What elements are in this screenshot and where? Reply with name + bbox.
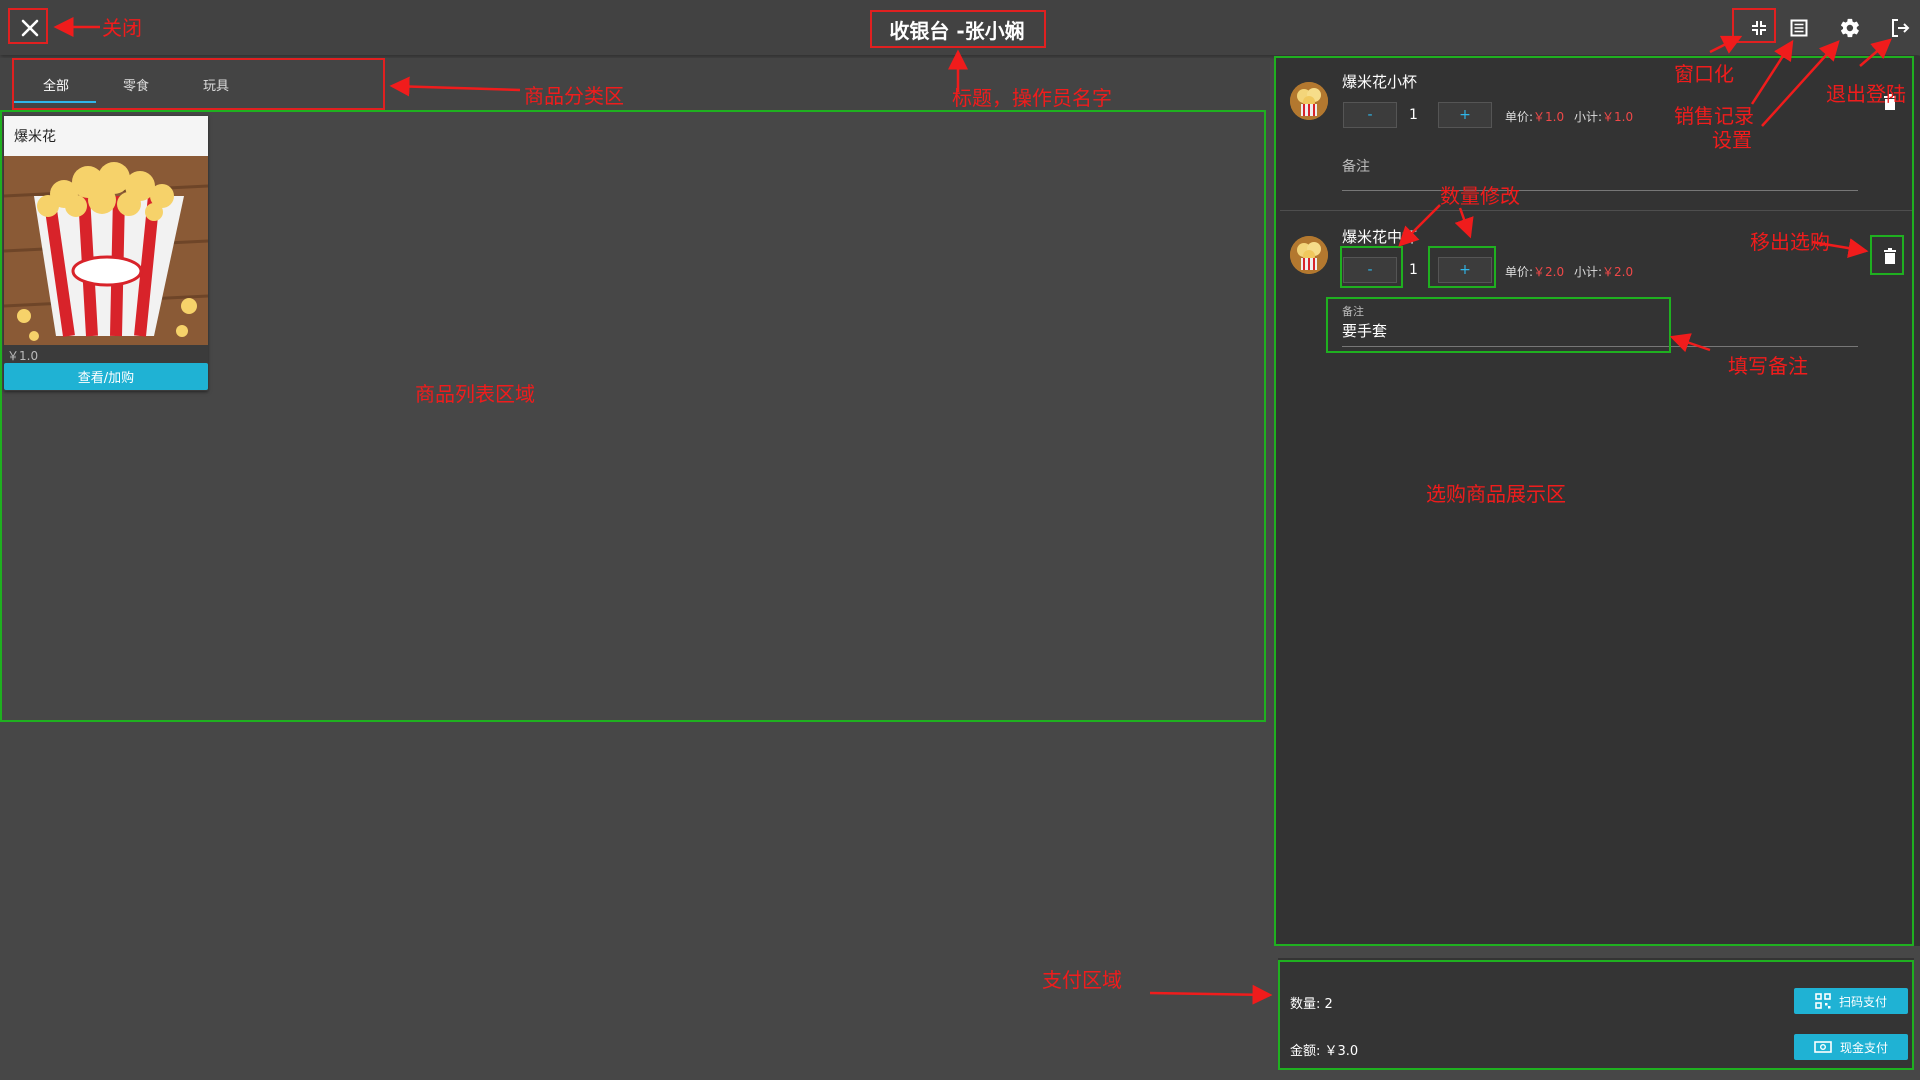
annotation-category: 商品分类区 (524, 84, 624, 108)
annotation-quantity: 数量修改 (1440, 184, 1520, 208)
annotation-cart-area: 选购商品展示区 (1426, 482, 1566, 506)
annotation-window: 窗口化 (1674, 62, 1734, 86)
annotation-product-list: 商品列表区域 (415, 382, 535, 406)
annotation-remark: 填写备注 (1728, 354, 1808, 378)
annotation-close: 关闭 (102, 16, 142, 40)
annotation-remove: 移出选购 (1750, 230, 1830, 254)
annotation-payment-area: 支付区域 (1042, 968, 1122, 992)
annotation-logout: 退出登陆 (1826, 82, 1906, 106)
annotation-settings: 设置 (1712, 128, 1752, 152)
annotation-title: 标题，操作员名字 (952, 86, 1112, 110)
annotation-arrows (53, 17, 1892, 1005)
